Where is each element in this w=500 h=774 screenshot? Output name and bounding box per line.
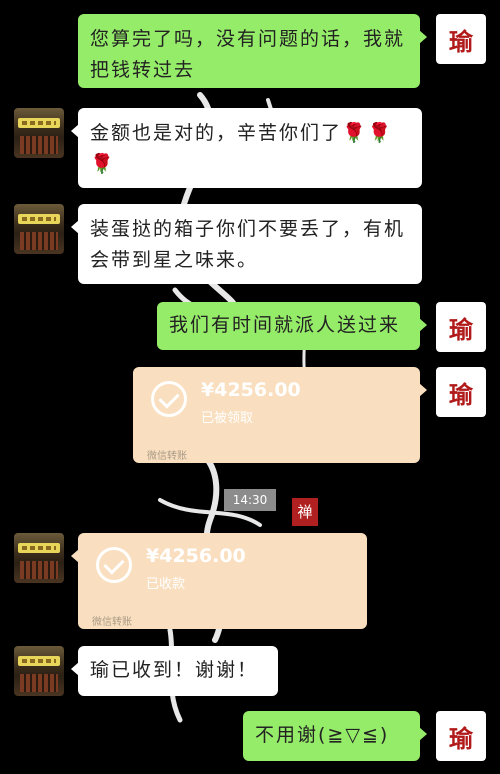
- shop-sign-icon: [18, 656, 60, 666]
- message-bubble-self[interactable]: 我们有时间就派人送过来: [157, 302, 427, 350]
- message-text: 瑜已收到！谢谢！: [90, 659, 259, 681]
- transfer-card[interactable]: ¥4256.00 已收款 微信转账: [71, 533, 367, 629]
- message-text: 装蛋挞的箱子你们不要丢了，有机会带到星之味来。: [90, 218, 406, 271]
- transfer-footer: 微信转账: [92, 617, 132, 628]
- shop-sign-icon: [18, 118, 60, 128]
- self-avatar-char: 瑜: [449, 314, 473, 344]
- transfer-status: 已被领取: [201, 411, 254, 426]
- shop-door-icon: [20, 674, 58, 692]
- shop-door-icon: [20, 136, 58, 154]
- transfer-amount: ¥4256.00: [201, 379, 301, 401]
- self-avatar-char: 瑜: [449, 26, 473, 56]
- other-avatar[interactable]: [14, 204, 64, 254]
- message-bubble-self[interactable]: 不用谢(≧▽≦): [243, 711, 427, 761]
- chat-timestamp: 14:30: [224, 489, 276, 511]
- message-bubble-other[interactable]: 瑜已收到！谢谢！: [71, 646, 278, 696]
- self-avatar[interactable]: 瑜: [436, 302, 486, 352]
- self-avatar[interactable]: 瑜: [436, 367, 486, 417]
- shop-sign-icon: [18, 214, 60, 224]
- message-bubble-other[interactable]: 装蛋挞的箱子你们不要丢了，有机会带到星之味来。: [71, 204, 422, 284]
- seal-stamp: 禅: [292, 498, 318, 526]
- message-text: 不用谢(≧▽≦): [255, 724, 390, 746]
- self-avatar[interactable]: 瑜: [436, 14, 486, 64]
- transfer-footer: 微信转账: [147, 451, 187, 462]
- self-avatar-char: 瑜: [449, 379, 473, 409]
- transfer-card[interactable]: ¥4256.00 已被领取 微信转账: [133, 367, 427, 463]
- message-bubble-self[interactable]: 您算完了吗，没有问题的话，我就把钱转过去: [78, 14, 427, 88]
- shop-door-icon: [20, 561, 58, 579]
- self-avatar-char: 瑜: [449, 723, 473, 753]
- check-circle-icon: [151, 381, 187, 417]
- message-text: 您算完了吗，没有问题的话，我就把钱转过去: [90, 28, 406, 81]
- check-circle-icon: [96, 547, 132, 583]
- other-avatar[interactable]: [14, 108, 64, 158]
- message-bubble-other[interactable]: 金额也是对的，辛苦你们了🌹🌹🌹: [71, 108, 422, 188]
- message-text: 金额也是对的，辛苦你们了🌹🌹🌹: [90, 122, 394, 175]
- message-text: 我们有时间就派人送过来: [169, 314, 401, 336]
- other-avatar[interactable]: [14, 646, 64, 696]
- self-avatar[interactable]: 瑜: [436, 711, 486, 761]
- transfer-status: 已收款: [146, 577, 186, 592]
- transfer-amount: ¥4256.00: [146, 545, 246, 567]
- shop-sign-icon: [18, 543, 60, 553]
- shop-door-icon: [20, 232, 58, 250]
- other-avatar[interactable]: [14, 533, 64, 583]
